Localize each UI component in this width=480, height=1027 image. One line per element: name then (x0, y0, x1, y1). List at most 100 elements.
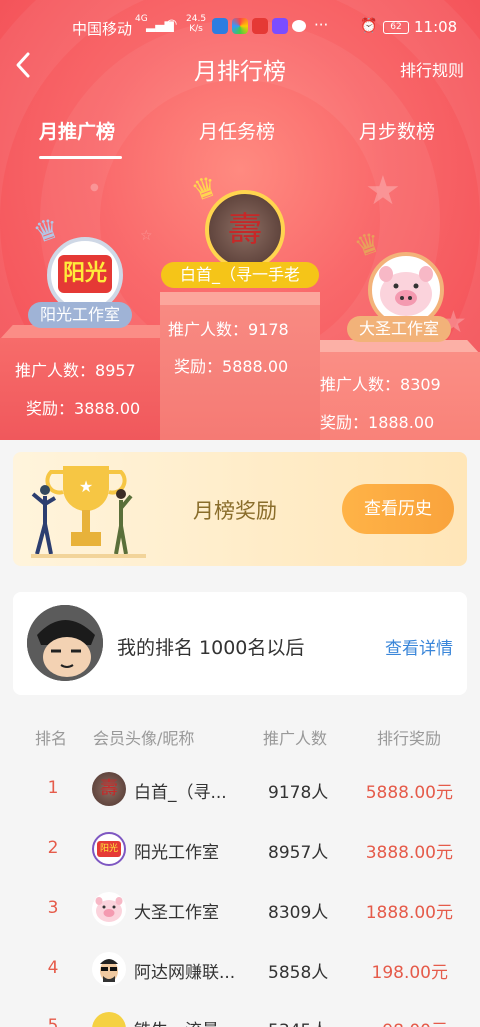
tab-monthly-tasks[interactable]: 月任务榜 (199, 117, 275, 144)
row-reward: 5888.00元 (365, 783, 453, 803)
column-header-count: 推广人数 (263, 729, 328, 748)
row-count: 8957人 (268, 843, 329, 863)
my-rank-label: 我的排名 1000名以后 (117, 637, 305, 659)
battery-icon: 62 (383, 21, 409, 34)
column-header-rank: 排名 (35, 729, 68, 748)
count-value: 9178 (248, 320, 289, 339)
third-place-reward: 奖励：1888.00 (320, 409, 434, 433)
app-notification-icon (272, 18, 288, 34)
avatar-glyph: 壽 (100, 778, 118, 799)
active-tab-indicator (39, 156, 122, 159)
row-avatar (92, 952, 126, 986)
my-rank-card: 我的排名 1000名以后 查看详情 (13, 592, 467, 695)
row-rank: 2 (47, 838, 59, 858)
alarm-icon: ⏰ (360, 18, 378, 34)
count-label: 推广人数： (168, 320, 249, 339)
tab-monthly-promotion[interactable]: 月推广榜 (39, 117, 115, 144)
net-speed-value: 24.5 (186, 14, 207, 24)
reward-value: 5888.00 (222, 357, 289, 376)
second-place-name: 阳光工作室 (28, 302, 132, 328)
app-notification-icon (252, 18, 268, 34)
reward-label: 奖励： (26, 399, 75, 418)
first-place-name: 白首_（寻一手老 (161, 262, 319, 288)
row-count: 5858人 (268, 963, 329, 983)
svg-text:★: ★ (79, 477, 93, 496)
first-place-avatar[interactable]: 壽 (205, 190, 285, 270)
more-notifications-icon: ··· (314, 16, 329, 34)
count-label: 推广人数： (320, 375, 401, 394)
rules-link[interactable]: 排行规则 (400, 57, 464, 81)
monthly-reward-banner: ★ 月榜奖励 查看历史 (13, 452, 467, 566)
count-value: 8309 (400, 375, 441, 394)
row-avatar (92, 892, 126, 926)
table-row[interactable]: 2 阳光 阳光工作室 8957人 3888.00元 (0, 819, 480, 879)
app-notification-icon (232, 18, 248, 34)
row-count: 5345人 (268, 1016, 328, 1027)
reward-value: 3888.00 (74, 399, 141, 418)
table-row[interactable]: 4 阿达网赚联... 5858人 198.00元 (0, 939, 480, 999)
sunglasses-man-avatar-icon (100, 959, 118, 982)
dot-decoration-icon: ● (90, 182, 99, 193)
table-row[interactable]: 1 壽 白首_（寻... 9178人 5888.00元 (0, 759, 480, 819)
my-avatar[interactable] (27, 605, 103, 681)
net-speed-unit: K/s (189, 24, 203, 34)
reward-value: 1888.00 (368, 413, 435, 432)
column-header-member: 会员头像/昵称 (93, 729, 195, 748)
count-value: 8957 (95, 361, 136, 380)
header-hero: 中国移动 4G ▂▄▆ ◠ 24.5 K/s ··· ⏰ 62 11:08 月排… (0, 0, 480, 440)
row-reward: 198.00元 (371, 963, 448, 983)
trophy-illustration-icon: ★ (31, 466, 146, 558)
table-row[interactable]: 3 大圣工作室 8309人 1888.00元 (0, 879, 480, 939)
pig-avatar-icon (379, 266, 433, 316)
star-decoration-icon: ☆ (140, 228, 153, 244)
wechat-icon (292, 20, 306, 32)
second-place-count: 推广人数：8957 (15, 357, 136, 381)
reward-label: 奖励： (320, 413, 369, 432)
wifi-icon: ◠ (166, 17, 178, 32)
row-reward: 1888.00元 (365, 903, 453, 923)
first-place-count: 推广人数：9178 (168, 316, 289, 340)
view-details-link[interactable]: 查看详情 (385, 634, 453, 659)
row-reward: 98.00元 (328, 1016, 448, 1027)
clock-time: 11:08 (414, 18, 458, 36)
notification-icons (212, 18, 306, 34)
reward-label: 奖励： (174, 357, 223, 376)
row-name: 白首_（寻... (134, 783, 227, 803)
net-speed: 24.5 K/s (186, 14, 206, 34)
cartoon-avatar-icon (27, 605, 103, 681)
column-header-reward: 排行奖励 (377, 729, 442, 748)
view-history-button[interactable]: 查看历史 (342, 484, 454, 534)
row-name: 阳光工作室 (134, 843, 219, 863)
row-avatar: 壽 (92, 772, 126, 806)
avatar-glyph: 壽 (228, 210, 262, 250)
row-name: 阿达网赚联... (134, 963, 236, 983)
podium-first-top (160, 292, 320, 306)
third-place-count: 推广人数：8309 (320, 371, 441, 395)
table-row[interactable]: 5 铁牛 - 流量... 5345人 98.00元 (0, 999, 480, 1027)
row-rank: 3 (47, 898, 59, 918)
tab-monthly-steps[interactable]: 月步数榜 (359, 117, 435, 144)
row-name: 铁牛 - 流量... (134, 1016, 235, 1027)
banner-title: 月榜奖励 (193, 499, 277, 523)
third-place-name: 大圣工作室 (347, 316, 451, 342)
carrier-label: 中国移动 (72, 20, 133, 38)
first-place-reward: 奖励：5888.00 (174, 353, 288, 377)
avatar-glyph: 阳光 (97, 841, 121, 857)
avatar-glyph: 阳光 (58, 255, 112, 293)
row-count: 8309人 (268, 903, 329, 923)
row-rank: 5 (47, 1016, 59, 1027)
row-avatar: 阳光 (92, 832, 126, 866)
podium-second (0, 338, 160, 440)
status-bar: 中国移动 4G ▂▄▆ ◠ 24.5 K/s ··· ⏰ 62 11:08 (0, 12, 480, 42)
row-count: 9178人 (268, 783, 329, 803)
row-avatar (92, 1012, 126, 1027)
star-decoration-icon: ★ (365, 168, 401, 214)
count-label: 推广人数： (15, 361, 96, 380)
app-notification-icon (212, 18, 228, 34)
row-rank: 4 (47, 958, 59, 978)
second-place-reward: 奖励：3888.00 (26, 395, 140, 419)
row-reward: 3888.00元 (365, 843, 453, 863)
row-rank: 1 (47, 778, 59, 798)
row-name: 大圣工作室 (134, 903, 219, 923)
pig-avatar-icon (95, 897, 123, 922)
